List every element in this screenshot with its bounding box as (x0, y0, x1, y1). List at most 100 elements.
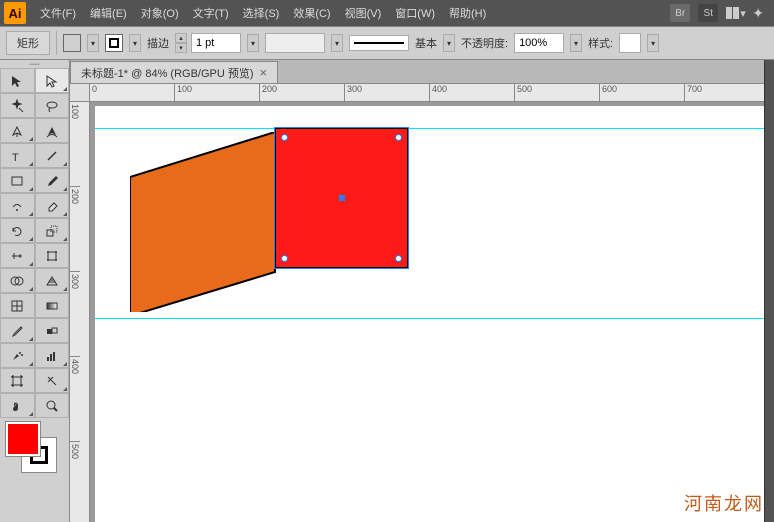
selection-handle[interactable] (281, 255, 288, 262)
rotate-tool[interactable] (0, 218, 35, 243)
ruler-tick: 300 (345, 84, 430, 101)
column-graph-tool[interactable] (35, 343, 70, 368)
selection-tool[interactable] (0, 68, 35, 93)
stroke-width-dropdown-icon[interactable]: ▾ (247, 34, 259, 52)
blend-tool[interactable] (35, 318, 70, 343)
pen-tool[interactable] (0, 118, 35, 143)
color-picker[interactable] (0, 418, 69, 470)
brush-label: 基本 (415, 35, 437, 51)
menu-view[interactable]: 视图(V) (339, 2, 388, 24)
zoom-tool[interactable] (35, 393, 70, 418)
ruler-tick: 100 (175, 84, 260, 101)
style-dropdown-icon[interactable]: ▾ (647, 34, 659, 52)
magic-wand-tool[interactable] (0, 93, 35, 118)
hand-tool[interactable] (0, 393, 35, 418)
free-transform-tool[interactable] (35, 243, 70, 268)
type-tool[interactable]: T (0, 143, 35, 168)
shape-mode-label: 矩形 (6, 31, 50, 55)
gpu-icon[interactable]: ✦ (752, 5, 764, 22)
selection-bounding-box[interactable] (274, 127, 409, 269)
stroke-dropdown-icon[interactable]: ▾ (129, 34, 141, 52)
variable-width-profile[interactable] (265, 33, 325, 53)
ruler-tick: 200 (260, 84, 345, 101)
curvature-tool[interactable] (35, 118, 70, 143)
control-bar: 矩形 ▾ ▾ 描边 ▴▾ ▾ ▾ 基本 ▾ 不透明度: ▾ 样式: ▾ (0, 26, 774, 60)
toolbox: ┅┅ T (0, 60, 70, 522)
fill-color-swatch[interactable] (6, 422, 40, 456)
opacity-dropdown-icon[interactable]: ▾ (570, 34, 582, 52)
ruler-tick: 500 (70, 442, 80, 522)
artboard-tool[interactable] (0, 368, 35, 393)
artboard[interactable] (95, 106, 774, 522)
perspective-grid-tool[interactable] (35, 268, 70, 293)
line-tool[interactable] (35, 143, 70, 168)
menu-object[interactable]: 对象(O) (135, 2, 185, 24)
direct-selection-tool[interactable] (35, 68, 70, 93)
stroke-swatch[interactable] (105, 34, 123, 52)
menu-edit[interactable]: 编辑(E) (84, 2, 133, 24)
ruler-tick: 200 (70, 187, 80, 272)
ruler-origin[interactable] (70, 84, 90, 102)
orange-polygon-shape[interactable] (130, 132, 280, 312)
menu-select[interactable]: 选择(S) (237, 2, 286, 24)
guide-horizontal[interactable] (95, 318, 774, 319)
arrange-docs-icon[interactable]: ▾ (726, 7, 744, 19)
ruler-tick: 600 (600, 84, 685, 101)
selection-handle[interactable] (395, 134, 402, 141)
menu-window[interactable]: 窗口(W) (389, 2, 441, 24)
menu-file[interactable]: 文件(F) (34, 2, 82, 24)
ruler-horizontal[interactable]: 0 100 200 300 400 500 600 700 (90, 84, 774, 102)
ruler-tick: 400 (70, 357, 80, 442)
opacity-label: 不透明度: (461, 35, 508, 51)
mesh-tool[interactable] (0, 293, 35, 318)
tab-title: 未标题-1* @ 84% (RGB/GPU 预览) (81, 65, 254, 81)
selection-handle[interactable] (395, 255, 402, 262)
eraser-tool[interactable] (35, 193, 70, 218)
width-tool[interactable] (0, 243, 35, 268)
lasso-tool[interactable] (35, 93, 70, 118)
ruler-tick: 100 (70, 102, 80, 187)
stroke-down-icon[interactable]: ▾ (175, 43, 187, 53)
menu-type[interactable]: 文字(T) (187, 2, 235, 24)
tab-close-icon[interactable]: × (260, 65, 268, 80)
guide-horizontal[interactable] (95, 128, 774, 129)
rectangle-tool[interactable] (0, 168, 35, 193)
selection-handle[interactable] (281, 134, 288, 141)
document-tabs: 未标题-1* @ 84% (RGB/GPU 预览) × (70, 60, 774, 84)
bridge-icon[interactable]: Br (670, 4, 690, 22)
ruler-tick: 300 (70, 272, 80, 357)
ruler-tick: 500 (515, 84, 600, 101)
menu-bar: Ai 文件(F) 编辑(E) 对象(O) 文字(T) 选择(S) 效果(C) 视… (0, 0, 774, 26)
fill-swatch[interactable] (63, 34, 81, 52)
stock-icon[interactable]: St (698, 4, 718, 22)
opacity-input[interactable] (514, 33, 564, 53)
symbol-sprayer-tool[interactable] (0, 343, 35, 368)
right-panel-dock[interactable] (764, 60, 774, 522)
shape-builder-tool[interactable] (0, 268, 35, 293)
ruler-vertical[interactable]: 100 200 300 400 500 (70, 102, 90, 522)
app-logo-icon: Ai (4, 2, 26, 24)
style-swatch[interactable] (619, 33, 641, 53)
menu-help[interactable]: 帮助(H) (443, 2, 492, 24)
canvas-area[interactable]: 0 100 200 300 400 500 600 700 100 200 30… (70, 84, 774, 522)
scale-tool[interactable] (35, 218, 70, 243)
ruler-tick: 400 (430, 84, 515, 101)
fill-dropdown-icon[interactable]: ▾ (87, 34, 99, 52)
vwp-dropdown-icon[interactable]: ▾ (331, 34, 343, 52)
stroke-label: 描边 (147, 35, 169, 51)
ruler-tick: 700 (685, 84, 770, 101)
style-label: 样式: (588, 35, 613, 51)
shaper-tool[interactable] (0, 193, 35, 218)
brush-dropdown-icon[interactable]: ▾ (443, 34, 455, 52)
selection-center-icon[interactable] (339, 195, 345, 201)
menu-effect[interactable]: 效果(C) (287, 2, 336, 24)
tab-active[interactable]: 未标题-1* @ 84% (RGB/GPU 预览) × (70, 61, 278, 83)
stroke-width-input[interactable] (191, 33, 241, 53)
stroke-up-icon[interactable]: ▴ (175, 33, 187, 43)
brush-preview[interactable] (349, 35, 409, 51)
eyedropper-tool[interactable] (0, 318, 35, 343)
slice-tool[interactable] (35, 368, 70, 393)
paintbrush-tool[interactable] (35, 168, 70, 193)
toolbox-grip-icon[interactable]: ┅┅ (0, 60, 69, 68)
gradient-tool[interactable] (35, 293, 70, 318)
